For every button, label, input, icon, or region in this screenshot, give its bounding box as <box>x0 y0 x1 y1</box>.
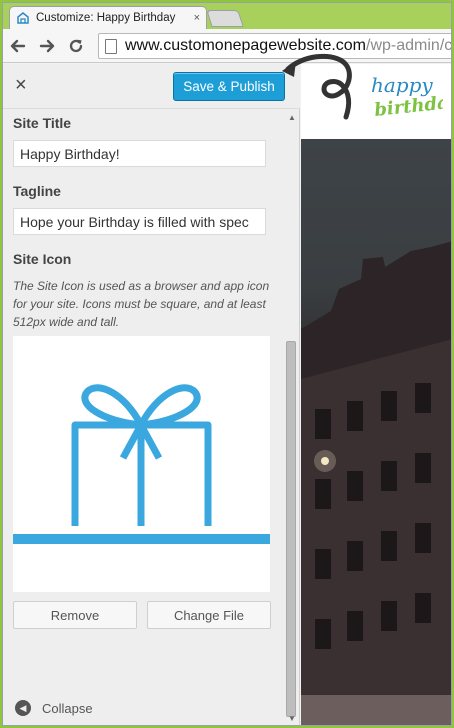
collapse-label: Collapse <box>42 700 93 716</box>
site-preview: happy birthday <box>301 64 451 725</box>
scroll-thumb[interactable] <box>286 341 296 717</box>
site-icon-label: Site Icon <box>13 251 72 267</box>
tagline-input[interactable]: Hope your Birthday is filled with spec <box>13 208 266 235</box>
tab-strip: Customize: Happy Birthday × <box>3 3 451 29</box>
pane-scrollbar[interactable]: ▲ ▼ <box>285 111 297 725</box>
url-path: /wp-admin/c <box>366 37 452 54</box>
site-logo: happy birthday <box>371 73 443 121</box>
tagline-label: Tagline <box>13 183 61 199</box>
collapse-button[interactable]: ◀ Collapse <box>15 700 93 716</box>
save-publish-button[interactable]: Save & Publish <box>173 72 285 101</box>
site-icon-description: The Site Icon is used as a browser and a… <box>13 279 270 329</box>
reload-icon <box>69 39 83 53</box>
tab-favicon-icon <box>17 12 29 24</box>
remove-button[interactable]: Remove <box>13 601 137 629</box>
annotation-arrow-icon <box>282 53 352 120</box>
customizer-pane: × Save & Publish Site Title Happy Birthd… <box>3 64 300 725</box>
new-tab-button[interactable] <box>206 10 244 27</box>
customizer-header: × Save & Publish <box>3 64 300 109</box>
site-title-input[interactable]: Happy Birthday! <box>13 140 266 167</box>
browser-tab[interactable]: Customize: Happy Birthday × <box>9 6 207 29</box>
tab-title: Customize: Happy Birthday <box>36 12 176 24</box>
gift-icon <box>13 384 270 544</box>
reload-button[interactable] <box>66 36 86 56</box>
close-customizer-button[interactable]: × <box>15 75 27 95</box>
forward-arrow-icon <box>39 39 55 53</box>
change-file-button[interactable]: Change File <box>147 601 271 629</box>
address-bar[interactable]: www.customonepagewebsite.com/wp-admin/c <box>98 33 452 59</box>
site-icon-preview[interactable] <box>13 336 270 592</box>
collapse-icon: ◀ <box>15 700 31 716</box>
browser-window: Customize: Happy Birthday × www.customon… <box>2 2 452 726</box>
building-silhouette <box>301 241 451 725</box>
browser-toolbar: www.customonepagewebsite.com/wp-admin/c <box>3 29 452 63</box>
forward-button[interactable] <box>37 36 57 56</box>
back-arrow-icon <box>10 39 26 53</box>
hero-photo <box>301 139 451 725</box>
back-button[interactable] <box>8 36 28 56</box>
scroll-down-icon[interactable]: ▼ <box>288 714 296 723</box>
site-title-label: Site Title <box>13 115 72 131</box>
page-icon <box>105 38 117 54</box>
tab-close-button[interactable]: × <box>194 12 200 24</box>
logo-word-happy: happy <box>371 73 433 97</box>
